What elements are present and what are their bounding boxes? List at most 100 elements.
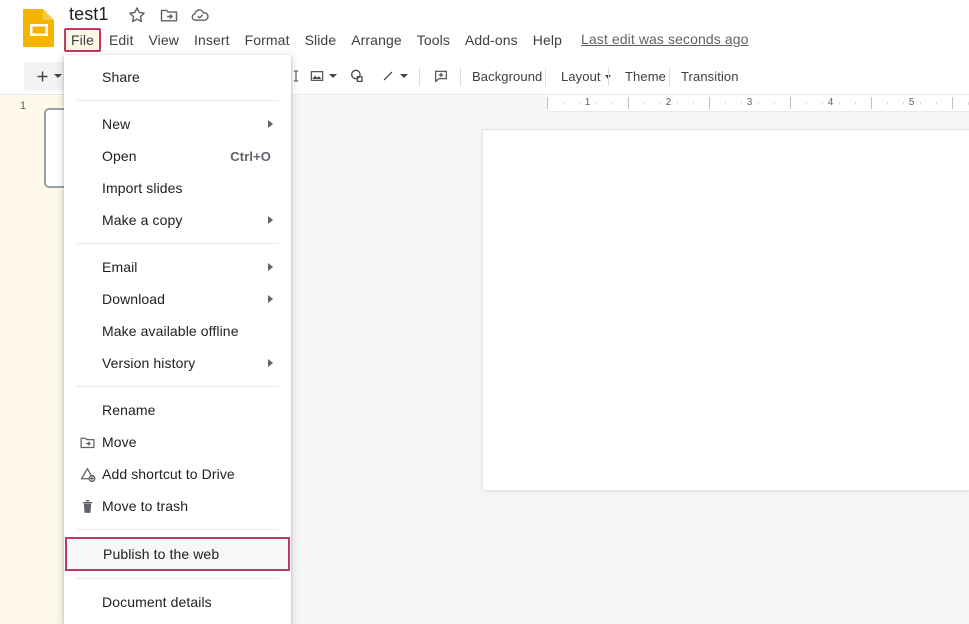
toolbar-divider bbox=[669, 68, 670, 86]
horizontal-ruler[interactable]: 1 2 3 4 5 bbox=[547, 95, 969, 112]
move-to-folder-icon bbox=[78, 433, 96, 451]
file-menu-item-label: Document details bbox=[102, 594, 212, 610]
ruler-label: 2 bbox=[665, 97, 672, 108]
ruler-major-tick bbox=[709, 97, 710, 109]
slides-logo-icon[interactable] bbox=[20, 8, 58, 48]
ruler-minor-tick bbox=[773, 102, 775, 105]
file-menu-item-label: Make a copy bbox=[102, 212, 183, 228]
menu-item-help[interactable]: Help bbox=[526, 28, 569, 52]
ruler-minor-tick bbox=[887, 102, 889, 105]
file-menu-item-label: New bbox=[102, 116, 131, 132]
ruler-minor-tick bbox=[660, 102, 662, 105]
ruler-minor-tick bbox=[676, 102, 678, 105]
menu-item-tools[interactable]: Tools bbox=[410, 28, 457, 52]
menu-bar: File Edit View Insert Format Slide Arran… bbox=[64, 28, 570, 52]
ruler-major-tick bbox=[871, 97, 872, 109]
file-menu-item-label: Publish to the web bbox=[103, 546, 220, 562]
ruler-minor-tick bbox=[611, 102, 613, 105]
ruler-minor-tick bbox=[757, 102, 759, 105]
slide-editing-area[interactable] bbox=[483, 130, 969, 490]
file-menu-item-download[interactable]: Download bbox=[64, 283, 291, 315]
menu-divider bbox=[76, 529, 279, 530]
file-menu-item-label: Version history bbox=[102, 355, 196, 371]
file-menu-item-label: Move bbox=[102, 434, 137, 450]
cloud-status-icon[interactable] bbox=[190, 5, 210, 25]
file-menu-item-add-shortcut-to-drive[interactable]: Add shortcut to Drive bbox=[64, 458, 291, 490]
ruler-major-tick bbox=[952, 97, 953, 109]
add-comment-icon[interactable] bbox=[428, 62, 454, 90]
submenu-arrow-icon bbox=[268, 295, 273, 303]
menu-divider bbox=[76, 386, 279, 387]
file-menu-item-rename[interactable]: Rename bbox=[64, 394, 291, 426]
toolbar-divider bbox=[545, 68, 546, 86]
theme-button[interactable]: Theme bbox=[617, 63, 674, 89]
trash-icon bbox=[78, 497, 96, 515]
toolbar-divider bbox=[608, 68, 609, 86]
transition-button[interactable]: Transition bbox=[673, 63, 747, 89]
submenu-arrow-icon bbox=[268, 120, 273, 128]
menu-item-add-ons[interactable]: Add-ons bbox=[458, 28, 525, 52]
file-menu-item-label: Email bbox=[102, 259, 138, 275]
file-menu-item-document-details[interactable]: Document details bbox=[64, 586, 291, 618]
chevron-down-icon bbox=[53, 74, 62, 78]
file-menu-item-make-a-copy[interactable]: Make a copy bbox=[64, 204, 291, 236]
star-icon[interactable] bbox=[127, 5, 147, 25]
toolbar-divider bbox=[460, 68, 461, 86]
menu-item-view[interactable]: View bbox=[142, 28, 187, 52]
chevron-down-icon bbox=[400, 74, 408, 78]
file-menu-item-label: Share bbox=[102, 69, 140, 85]
insert-image-icon[interactable] bbox=[306, 62, 340, 90]
menu-item-arrange[interactable]: Arrange bbox=[344, 28, 409, 52]
toolbar-divider bbox=[419, 68, 420, 86]
document-title[interactable]: test1 bbox=[69, 2, 109, 26]
ruler-minor-tick bbox=[935, 102, 937, 105]
ruler-minor-tick bbox=[822, 102, 824, 105]
file-menu-item-label: Rename bbox=[102, 402, 156, 418]
ruler-minor-tick bbox=[838, 102, 840, 105]
file-menu-item-label: Make available offline bbox=[102, 323, 239, 339]
menu-item-slide[interactable]: Slide bbox=[298, 28, 344, 52]
last-edit-status[interactable]: Last edit was seconds ago bbox=[581, 31, 749, 47]
menu-divider bbox=[76, 243, 279, 244]
insert-line-icon[interactable] bbox=[376, 62, 412, 90]
menu-item-insert[interactable]: Insert bbox=[187, 28, 237, 52]
file-menu-item-label: Download bbox=[102, 291, 166, 307]
submenu-arrow-icon bbox=[268, 359, 273, 367]
ruler-major-tick bbox=[628, 97, 629, 109]
menu-divider bbox=[76, 100, 279, 101]
ruler-minor-tick bbox=[725, 102, 727, 105]
slide-number-label: 1 bbox=[20, 100, 27, 112]
submenu-arrow-icon bbox=[268, 216, 273, 224]
ruler-label: 1 bbox=[584, 97, 591, 108]
add-shortcut-drive-icon bbox=[78, 465, 96, 483]
file-menu-item-make-available-offline[interactable]: Make available offline bbox=[64, 315, 291, 347]
insert-shape-icon[interactable] bbox=[344, 62, 370, 90]
ruler-label: 5 bbox=[908, 97, 915, 108]
file-menu-item-label: Import slides bbox=[102, 180, 183, 196]
title-bar: test1 File Edit View Insert Format Slide… bbox=[0, 0, 969, 56]
file-menu-item-version-history[interactable]: Version history bbox=[64, 347, 291, 379]
background-button[interactable]: Background bbox=[464, 63, 550, 89]
submenu-arrow-icon bbox=[268, 263, 273, 271]
file-menu-item-new[interactable]: New bbox=[64, 108, 291, 140]
file-menu-item-email[interactable]: Email bbox=[64, 251, 291, 283]
file-menu-item-shortcut: Ctrl+O bbox=[230, 148, 271, 164]
menu-item-edit[interactable]: Edit bbox=[102, 28, 141, 52]
chevron-down-icon bbox=[329, 74, 337, 78]
ruler-minor-tick bbox=[854, 102, 856, 105]
ruler-major-tick bbox=[790, 97, 791, 109]
file-menu-item-import-slides[interactable]: Import slides bbox=[64, 172, 291, 204]
file-menu-item-share[interactable]: Share bbox=[64, 61, 291, 93]
ruler-major-tick bbox=[547, 97, 548, 109]
menu-item-format[interactable]: Format bbox=[238, 28, 297, 52]
file-menu-item-move[interactable]: Move bbox=[64, 426, 291, 458]
file-menu-item-move-to-trash[interactable]: Move to trash bbox=[64, 490, 291, 522]
ruler-minor-tick bbox=[563, 102, 565, 105]
ruler-minor-tick bbox=[903, 102, 905, 105]
file-menu-item-open[interactable]: Open Ctrl+O bbox=[64, 140, 291, 172]
menu-item-file[interactable]: File bbox=[64, 28, 101, 52]
file-menu-item-publish-to-the-web[interactable]: Publish to the web bbox=[65, 537, 290, 571]
move-to-folder-icon[interactable] bbox=[159, 5, 179, 25]
ruler-minor-tick bbox=[919, 102, 921, 105]
ruler-minor-tick bbox=[806, 102, 808, 105]
